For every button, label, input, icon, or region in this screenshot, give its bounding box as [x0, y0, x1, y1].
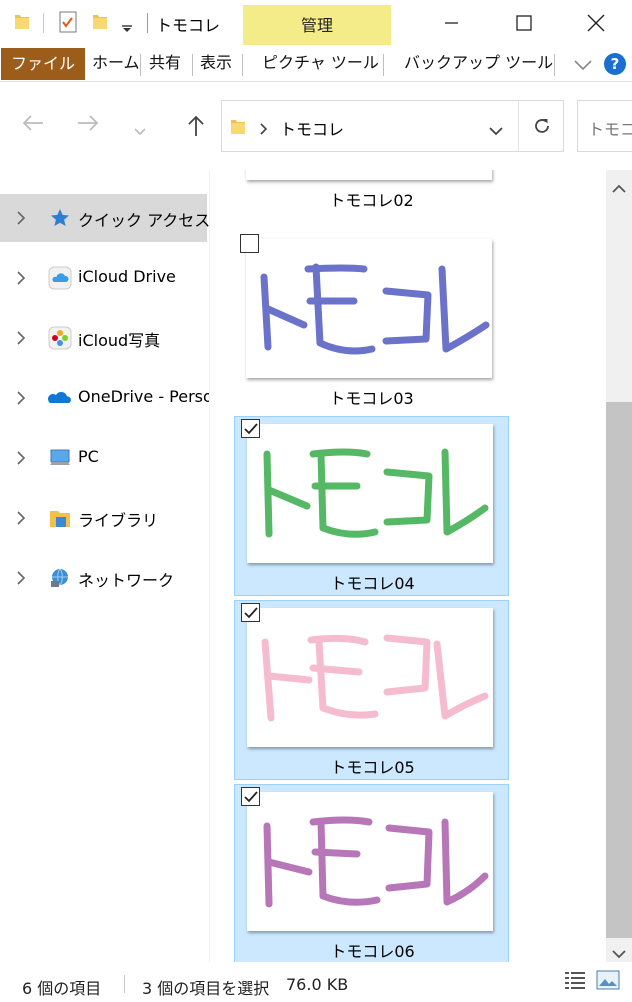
file-name[interactable]: トモコレ03 [234, 385, 509, 409]
chevron-right-icon[interactable] [260, 120, 268, 139]
sidebar-item-library[interactable]: ライブラリ [0, 494, 207, 542]
help-button[interactable]: ? [604, 53, 626, 75]
checkmark-icon [244, 791, 258, 803]
scrollbar-thumb[interactable] [606, 402, 632, 938]
file-name[interactable]: トモコレ02 [234, 187, 509, 211]
scroll-down-icon[interactable] [612, 944, 626, 963]
pc-icon [48, 446, 72, 470]
file-item[interactable]: トモコレ06 [234, 784, 509, 962]
customize-toolbar-icon[interactable] [121, 18, 133, 37]
selection-checkbox[interactable] [241, 787, 260, 806]
large-icons-view-icon[interactable] [596, 970, 620, 994]
up-arrow-icon[interactable] [187, 115, 205, 141]
tab-picture-tools[interactable]: ピクチャ ツール [262, 46, 379, 80]
minimize-button[interactable] [416, 0, 488, 46]
handwriting-image [260, 263, 490, 355]
item-count: 6 個の項目 [22, 979, 102, 998]
expand-arrow-icon[interactable] [17, 210, 26, 229]
close-button[interactable] [560, 0, 632, 46]
ribbon-tabs: ファイル ホーム 共有 表示 ピクチャ ツール バックアップ ツール [0, 46, 632, 82]
selection-checkbox[interactable] [241, 603, 260, 622]
file-item[interactable]: トモコレ05 [234, 600, 509, 780]
thumbnail[interactable] [246, 239, 492, 378]
maximize-button[interactable] [488, 0, 560, 46]
sidebar-item-pc[interactable]: PC [0, 434, 207, 482]
tab-share[interactable]: 共有 [149, 46, 181, 80]
expand-arrow-icon[interactable] [17, 270, 26, 289]
file-item[interactable]: トモコレ02 [234, 170, 509, 214]
checkmark-icon [244, 607, 258, 619]
file-name[interactable]: トモコレ05 [235, 754, 510, 778]
expand-arrow-icon[interactable] [17, 570, 26, 589]
selection-size: 76.0 KB [286, 975, 349, 994]
thumbnail[interactable] [247, 608, 493, 747]
library-icon [48, 506, 72, 530]
tab-manage[interactable]: 管理 [243, 5, 391, 45]
title-bar: トモコレ 管理 [0, 0, 632, 46]
sidebar-item-quick-access[interactable]: クイック アクセス [0, 194, 209, 242]
selection-checkbox[interactable] [241, 419, 260, 438]
icloud-photos-icon [48, 326, 72, 350]
expand-arrow-icon[interactable] [17, 390, 26, 409]
handwriting-image [263, 448, 489, 538]
selection-checkbox[interactable] [240, 234, 259, 253]
file-item[interactable]: トモコレ04 [234, 416, 509, 596]
expand-arrow-icon[interactable] [17, 510, 26, 529]
expand-arrow-icon[interactable] [17, 450, 26, 469]
status-bar: 6 個の項目 3 個の項目を選択 76.0 KB [0, 962, 632, 1002]
scroll-up-icon[interactable] [612, 178, 626, 197]
details-view-icon[interactable] [564, 970, 586, 994]
folder-icon [230, 117, 246, 139]
checkmark-icon [244, 423, 258, 435]
sidebar-item-icloud-photos[interactable]: iCloud写真 [0, 314, 207, 362]
file-list: トモコレ02 トモコレ03 トモコレ04 トモコレ05 トモコレ06 [211, 170, 606, 962]
file-name[interactable]: トモコレ06 [235, 938, 510, 962]
sidebar-item-icloud-drive[interactable]: iCloud Drive [0, 254, 207, 302]
expand-ribbon-icon[interactable] [574, 56, 592, 75]
handwriting-image [263, 816, 489, 908]
handwriting-image [261, 634, 489, 722]
vertical-scrollbar[interactable] [606, 170, 632, 962]
back-arrow-icon[interactable] [22, 114, 44, 136]
new-folder-icon[interactable] [92, 12, 108, 34]
search-input[interactable]: トモコレ [588, 116, 632, 140]
onedrive-icon [48, 386, 72, 410]
icloud-drive-icon [48, 266, 72, 290]
search-box[interactable]: トモコレ [577, 100, 632, 152]
file-item[interactable]: トモコレ03 [234, 232, 509, 412]
tab-home[interactable]: ホーム [92, 46, 140, 80]
expand-arrow-icon[interactable] [17, 330, 26, 349]
refresh-icon[interactable] [532, 116, 552, 140]
thumbnail[interactable] [246, 170, 492, 180]
window-title: トモコレ [156, 16, 221, 35]
tab-view[interactable]: 表示 [200, 46, 232, 80]
tab-backup-tools[interactable]: バックアップ ツール [404, 46, 553, 80]
star-icon [48, 206, 72, 230]
thumbnail[interactable] [247, 424, 493, 563]
file-name[interactable]: トモコレ04 [235, 570, 510, 594]
selection-count: 3 個の項目を選択 [142, 979, 270, 998]
address-path[interactable]: トモコレ [280, 116, 344, 140]
forward-arrow-icon[interactable] [77, 114, 99, 136]
network-icon [48, 566, 72, 590]
sidebar-item-network[interactable]: ネットワーク [0, 554, 207, 602]
address-bar[interactable]: トモコレ [221, 100, 564, 152]
chevron-down-icon[interactable] [489, 121, 503, 140]
folder-icon [14, 12, 30, 34]
thumbnail[interactable] [247, 792, 493, 931]
tab-file[interactable]: ファイル [1, 48, 85, 80]
recent-locations-icon[interactable] [134, 121, 146, 140]
navigation-pane: クイック アクセス iCloud Drive iCloud写真 OneDrive… [0, 170, 210, 962]
sidebar-item-onedrive[interactable]: OneDrive - Perso [0, 374, 209, 422]
properties-icon[interactable] [58, 10, 80, 38]
